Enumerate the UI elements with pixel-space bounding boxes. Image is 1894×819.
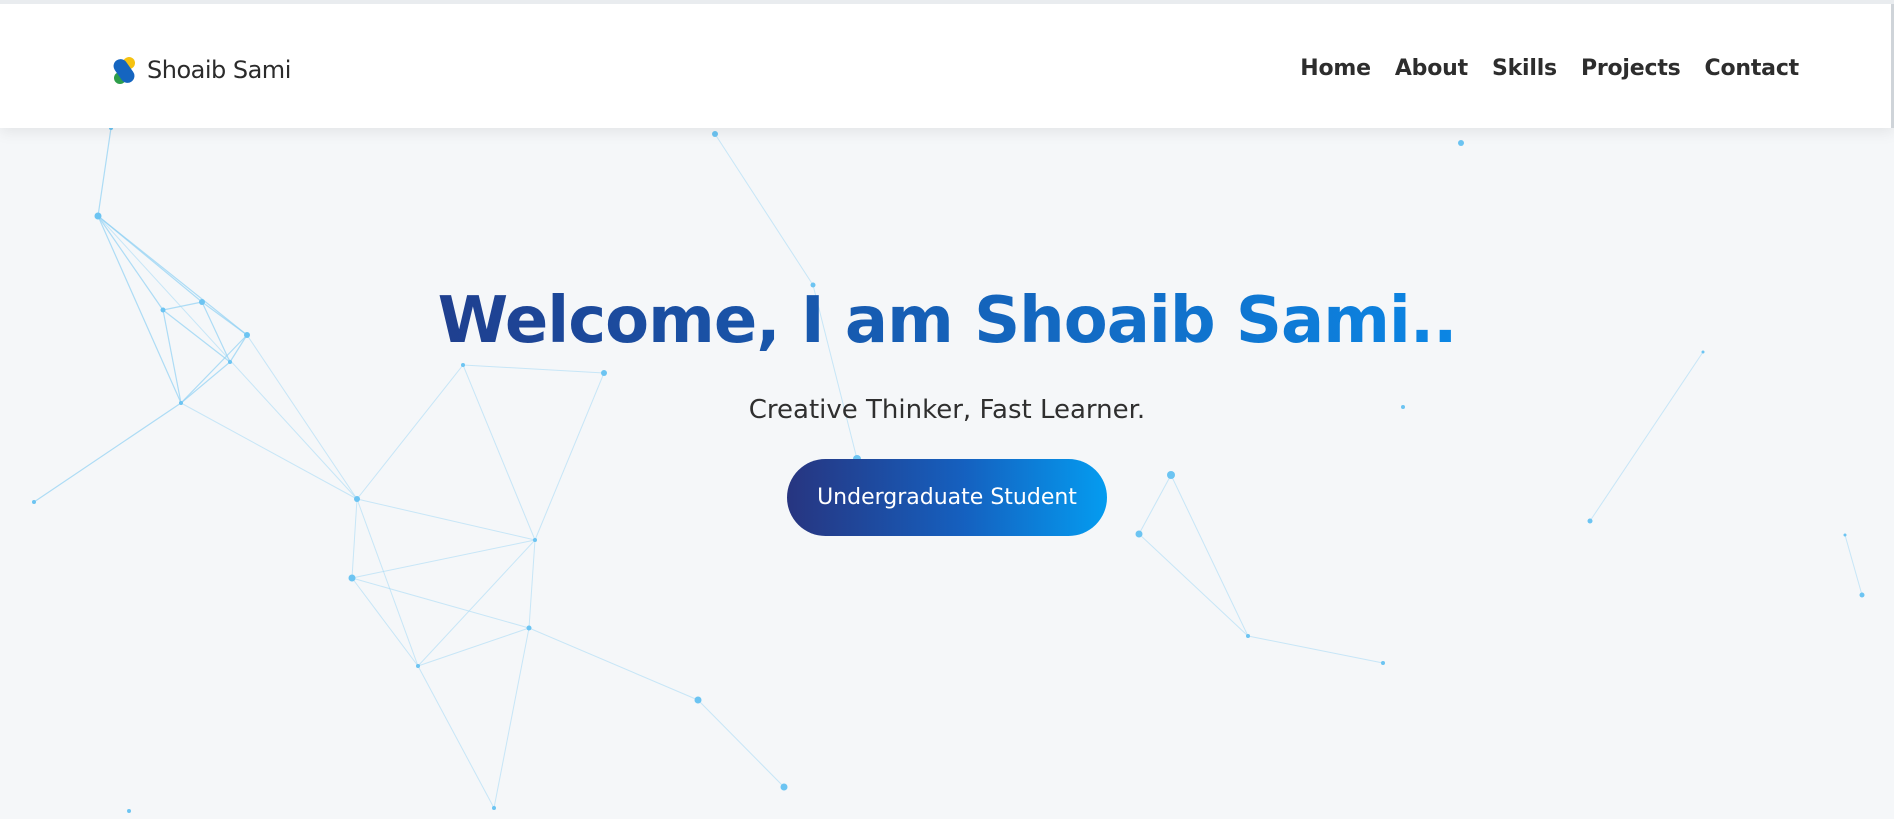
nav-menu: Home About Skills Projects Contact [1300,56,1799,81]
nav-link-skills[interactable]: Skills [1492,56,1557,81]
nav-link-about[interactable]: About [1395,56,1468,81]
nav-link-contact[interactable]: Contact [1705,56,1800,81]
navbar: Shoaib Sami Home About Skills Projects C… [0,4,1894,128]
browser-top-border [0,0,1894,4]
hero-section: Welcome, I am Shoaib Sami.. Creative Thi… [0,128,1894,536]
brand-name: Shoaib Sami [147,56,291,84]
nav-link-home[interactable]: Home [1300,56,1371,81]
brand-link[interactable]: Shoaib Sami [111,54,291,86]
brand-logo-icon [113,57,135,84]
page: Shoaib Sami Home About Skills Projects C… [0,0,1894,819]
hero-subtitle: Creative Thinker, Fast Learner. [748,394,1146,425]
role-badge-button[interactable]: Undergraduate Student [787,458,1107,536]
hero-title: Welcome, I am Shoaib Sami.. [437,284,1458,358]
nav-link-projects[interactable]: Projects [1581,56,1681,81]
